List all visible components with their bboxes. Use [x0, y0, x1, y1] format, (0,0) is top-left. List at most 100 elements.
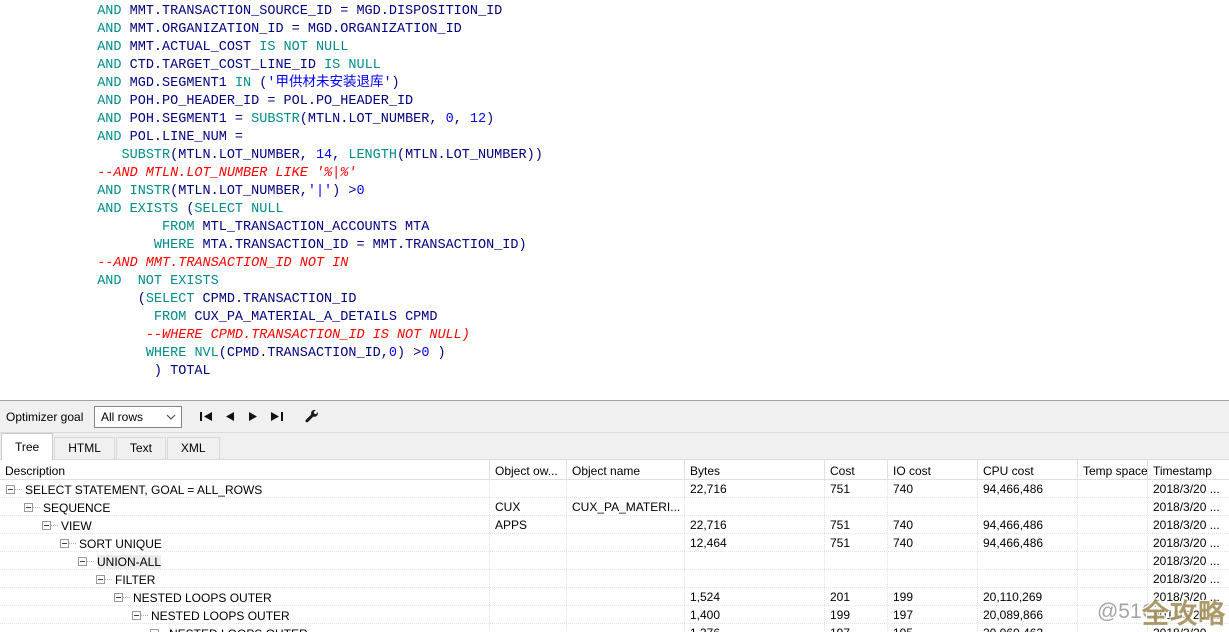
- plan-cell-description: NESTED LOOPS OUTER: [0, 624, 490, 632]
- prior-record-button[interactable]: [226, 412, 235, 421]
- plan-cell-description: FILTER: [0, 570, 490, 587]
- column-header-io-cost[interactable]: IO cost: [888, 460, 978, 480]
- explain-plan-panel: Optimizer goal All rows: [0, 400, 1229, 632]
- first-record-button[interactable]: [200, 412, 213, 421]
- plan-node-label: SORT UNIQUE: [79, 537, 162, 551]
- plan-cell-object-name: [567, 552, 685, 569]
- plan-cell-cost: 201: [825, 588, 888, 605]
- plan-cell-object-name: [567, 480, 685, 497]
- optimizer-goal-select[interactable]: All rows: [94, 406, 182, 428]
- preferences-wrench-button[interactable]: [303, 409, 319, 425]
- plan-cell-cpu-cost: 94,466,486: [978, 480, 1078, 497]
- sql-line: WHERE MTA.TRANSACTION_ID = MMT.TRANSACTI…: [0, 237, 1229, 255]
- column-header-timestamp[interactable]: Timestamp: [1148, 460, 1229, 480]
- plan-cell-cost: [825, 498, 888, 515]
- sql-line: AND NOT EXISTS: [0, 273, 1229, 291]
- plan-cell-io-cost: 199: [888, 588, 978, 605]
- plsql-developer-window: AND MMT.TRANSACTION_SOURCE_ID = MGD.DISP…: [0, 0, 1229, 632]
- plan-node-label: NESTED LOOPS OUTER: [151, 609, 290, 623]
- plan-cell-cpu-cost: 20,089,866: [978, 606, 1078, 623]
- plan-row[interactable]: SELECT STATEMENT, GOAL = ALL_ROWS 22,7167…: [0, 480, 1229, 498]
- column-header-object-name[interactable]: Object name: [567, 460, 685, 480]
- plan-cell-temp-space: [1078, 480, 1148, 497]
- tree-connector: [15, 489, 22, 490]
- plan-cell-bytes: 12,464: [685, 534, 825, 551]
- plan-cell-object-owner: [490, 624, 567, 632]
- collapse-icon[interactable]: [114, 593, 123, 602]
- plan-cell-object-owner: CUX: [490, 498, 567, 515]
- column-header-cpu-cost[interactable]: CPU cost: [978, 460, 1078, 480]
- plan-row[interactable]: SEQUENCECUXCUX_PA_MATERI...2018/3/20 ...: [0, 498, 1229, 516]
- collapse-icon[interactable]: [78, 557, 87, 566]
- column-header-bytes[interactable]: Bytes: [685, 460, 825, 480]
- sql-line: SUBSTR(MTLN.LOT_NUMBER, 14, LENGTH(MTLN.…: [0, 147, 1229, 165]
- collapse-icon[interactable]: [42, 521, 51, 530]
- tab-text[interactable]: Text: [116, 437, 166, 459]
- last-record-button[interactable]: [270, 412, 283, 421]
- plan-cell-description: SORT UNIQUE: [0, 534, 490, 551]
- column-header-description[interactable]: Description: [0, 460, 490, 480]
- sql-line: AND MMT.ORGANIZATION_ID = MGD.ORGANIZATI…: [0, 21, 1229, 39]
- plan-cell-cpu-cost: 94,466,486: [978, 516, 1078, 533]
- sql-line: WHERE NVL(CPMD.TRANSACTION_ID,0) >0 ): [0, 345, 1229, 363]
- optimizer-goal-label: Optimizer goal: [6, 410, 94, 424]
- next-record-button[interactable]: [248, 412, 257, 421]
- plan-cell-cpu-cost: [978, 552, 1078, 569]
- plan-cell-object-owner: [490, 534, 567, 551]
- plan-cell-cpu-cost: [978, 498, 1078, 515]
- collapse-icon[interactable]: [96, 575, 105, 584]
- plan-row[interactable]: VIEWAPPS22,71675174094,466,4862018/3/20 …: [0, 516, 1229, 534]
- plan-row[interactable]: NESTED LOOPS OUTER1,37619719520,060,4622…: [0, 624, 1229, 632]
- plan-cell-bytes: 1,524: [685, 588, 825, 605]
- optimizer-goal-value: All rows: [101, 410, 143, 424]
- plan-cell-bytes: 1,400: [685, 606, 825, 623]
- plan-cell-cost: 197: [825, 624, 888, 632]
- plan-cell-description: SELECT STATEMENT, GOAL = ALL_ROWS: [0, 480, 490, 497]
- collapse-icon[interactable]: [132, 611, 141, 620]
- plan-row[interactable]: NESTED LOOPS OUTER1,52420119920,110,2692…: [0, 588, 1229, 606]
- plan-cell-object-owner: [490, 552, 567, 569]
- plan-cell-object-owner: [490, 606, 567, 623]
- plan-cell-description: UNION-ALL: [0, 552, 490, 569]
- plan-cell-timestamp: 2018/3/20 ...: [1148, 534, 1229, 551]
- sql-line: AND INSTR(MTLN.LOT_NUMBER,'|') >0: [0, 183, 1229, 201]
- plan-node-label: FILTER: [115, 573, 155, 587]
- plan-cell-cost: 751: [825, 480, 888, 497]
- plan-row[interactable]: SORT UNIQUE12,46475174094,466,4862018/3/…: [0, 534, 1229, 552]
- tab-xml[interactable]: XML: [167, 437, 220, 459]
- plan-cell-object-name: CUX_PA_MATERI...: [567, 498, 685, 515]
- plan-cell-cpu-cost: 94,466,486: [978, 534, 1078, 551]
- tab-tree[interactable]: Tree: [1, 433, 53, 460]
- sql-line: --AND MTLN.LOT_NUMBER LIKE '%|%': [0, 165, 1229, 183]
- column-header-object-ow[interactable]: Object ow...: [490, 460, 567, 480]
- plan-header-row: DescriptionObject ow...Object nameBytesC…: [0, 460, 1229, 480]
- tab-html[interactable]: HTML: [54, 437, 115, 459]
- plan-node-label: SELECT STATEMENT, GOAL = ALL_ROWS: [25, 483, 262, 497]
- sql-line: AND POL.LINE_NUM =: [0, 129, 1229, 147]
- plan-grid: DescriptionObject ow...Object nameBytesC…: [0, 460, 1229, 632]
- plan-cell-bytes: 22,716: [685, 480, 825, 497]
- plan-body: SELECT STATEMENT, GOAL = ALL_ROWS 22,7167…: [0, 480, 1229, 632]
- sql-line: FROM CUX_PA_MATERIAL_A_DETAILS CPMD: [0, 309, 1229, 327]
- plan-row[interactable]: NESTED LOOPS OUTER1,40019919720,089,8662…: [0, 606, 1229, 624]
- plan-cell-object-owner: [490, 480, 567, 497]
- sql-line: AND POH.PO_HEADER_ID = POL.PO_HEADER_ID: [0, 93, 1229, 111]
- plan-cell-io-cost: 197: [888, 606, 978, 623]
- plan-cell-temp-space: [1078, 498, 1148, 515]
- collapse-icon[interactable]: [60, 539, 69, 548]
- sql-line: AND EXISTS (SELECT NULL: [0, 201, 1229, 219]
- plan-row[interactable]: UNION-ALL2018/3/20 ...: [0, 552, 1229, 570]
- plan-cell-object-name: [567, 588, 685, 605]
- collapse-icon[interactable]: [6, 485, 15, 494]
- plan-cell-object-owner: [490, 588, 567, 605]
- column-header-cost[interactable]: Cost: [825, 460, 888, 480]
- plan-row[interactable]: FILTER2018/3/20 ...: [0, 570, 1229, 588]
- sql-editor[interactable]: AND MMT.TRANSACTION_SOURCE_ID = MGD.DISP…: [0, 0, 1229, 400]
- plan-cell-description: VIEW: [0, 516, 490, 533]
- column-header-temp-space[interactable]: Temp space: [1078, 460, 1148, 480]
- plan-cell-cost: 199: [825, 606, 888, 623]
- sql-line: AND POH.SEGMENT1 = SUBSTR(MTLN.LOT_NUMBE…: [0, 111, 1229, 129]
- sql-line: AND MMT.ACTUAL_COST IS NOT NULL: [0, 39, 1229, 57]
- plan-cell-temp-space: [1078, 624, 1148, 632]
- collapse-icon[interactable]: [24, 503, 33, 512]
